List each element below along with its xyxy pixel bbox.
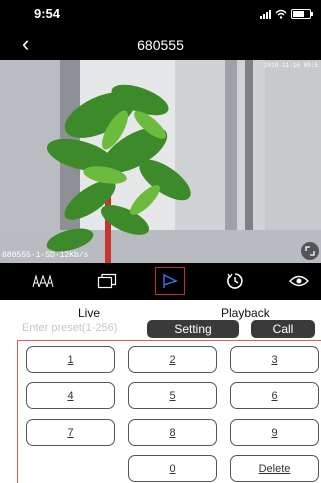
video-feed[interactable]: 2018-11-16 09:5 680555-1-SD-12Kb/s <box>0 60 321 263</box>
delete-button[interactable]: Delete <box>230 455 319 482</box>
osd-stream-info: 680555-1-SD-12Kb/s <box>2 251 89 260</box>
key-8[interactable]: 8 <box>128 419 217 446</box>
preset-input[interactable] <box>22 322 152 334</box>
key-0[interactable]: 0 <box>128 455 217 482</box>
fisheye-icon <box>32 274 54 288</box>
fisheye-button[interactable] <box>28 267 58 295</box>
key-4[interactable]: 4 <box>26 382 115 409</box>
status-time: 9:54 <box>34 6 61 21</box>
preset-row: Setting Call <box>0 320 321 340</box>
status-bar: 9:54 <box>0 0 321 30</box>
preset-keypad: 1 2 3 4 5 6 7 8 9 0 Delete <box>17 340 321 483</box>
control-bar <box>0 263 321 300</box>
key-3[interactable]: 3 <box>230 346 319 373</box>
timer-icon <box>227 273 243 289</box>
signal-icon <box>260 9 271 19</box>
multiview-button[interactable] <box>92 267 122 295</box>
camera-image <box>0 60 321 263</box>
call-button[interactable]: Call <box>251 320 315 338</box>
key-9[interactable]: 9 <box>230 419 319 446</box>
eye-button[interactable] <box>284 267 314 295</box>
osd-timestamp: 2018-11-16 09:5 <box>263 62 318 69</box>
wifi-icon <box>275 9 287 19</box>
tab-live[interactable]: Live <box>78 306 100 320</box>
fullscreen-button[interactable] <box>301 242 319 260</box>
eye-icon <box>289 275 309 287</box>
key-5[interactable]: 5 <box>128 382 217 409</box>
multiview-icon <box>97 273 117 289</box>
status-icons <box>260 9 313 19</box>
battery-icon <box>291 9 313 19</box>
fullscreen-icon <box>305 246 315 256</box>
setting-button[interactable]: Setting <box>147 320 239 338</box>
ptz-button[interactable] <box>155 267 185 295</box>
ptz-icon <box>163 274 178 288</box>
page-title: 680555 <box>137 37 184 53</box>
key-7[interactable]: 7 <box>26 419 115 446</box>
nav-bar: ‹ 680555 <box>0 30 321 60</box>
timer-button[interactable] <box>220 267 250 295</box>
key-2[interactable]: 2 <box>128 346 217 373</box>
key-6[interactable]: 6 <box>230 382 319 409</box>
tab-playback[interactable]: Playback <box>221 306 270 320</box>
key-1[interactable]: 1 <box>26 346 115 373</box>
